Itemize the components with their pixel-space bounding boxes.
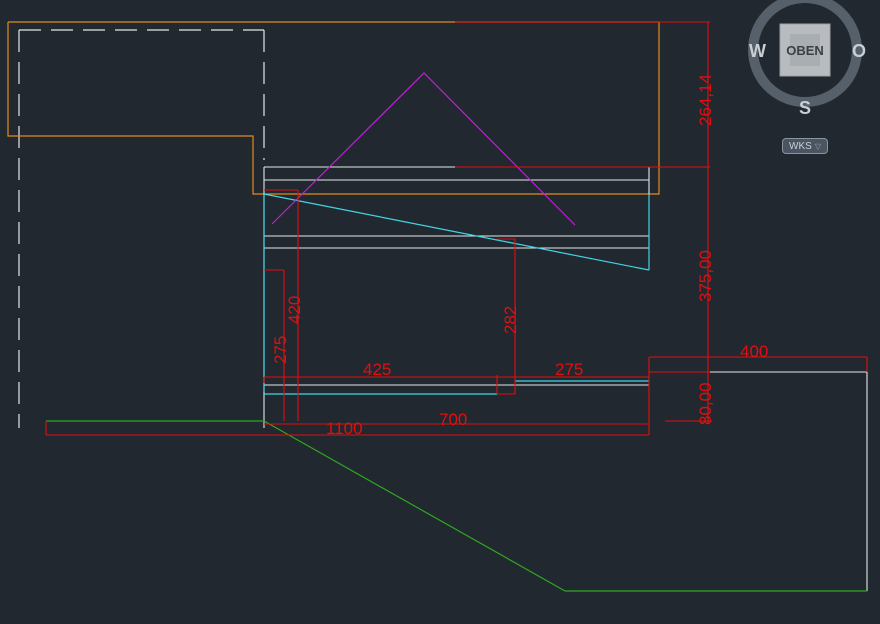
dimension-420: 420: [285, 296, 304, 324]
compass-west[interactable]: W: [749, 41, 766, 61]
dimension-275-horizontal: 275: [555, 360, 583, 379]
ucs-menu-label: WKS: [789, 140, 812, 152]
roof-outline-magenta: [271, 72, 576, 226]
ground-line-green: [46, 420, 867, 592]
dimension-400: 400: [740, 342, 768, 361]
existing-building-dashed: [18, 29, 265, 428]
compass-east[interactable]: O: [852, 41, 866, 61]
dimension-80: 80,00: [696, 382, 715, 425]
viewcube-face-label[interactable]: OBEN: [786, 43, 824, 58]
dimension-425: 425: [363, 360, 391, 379]
cyan-slope-lines: [263, 193, 650, 395]
dimension-375: 375,00: [696, 250, 715, 302]
dimension-700: 700: [439, 410, 467, 429]
orange-outline: [7, 21, 660, 195]
viewcube[interactable]: OBEN W O S: [744, 0, 870, 120]
slab-lines: [263, 166, 868, 591]
dimension-275-vertical: 275: [271, 336, 290, 364]
dimension-264: 264,14: [696, 74, 715, 126]
dimension-1100: 1100: [326, 419, 363, 438]
ucs-menu-button[interactable]: WKS ▽: [782, 138, 828, 154]
dimension-282: 282: [501, 306, 520, 334]
chevron-down-icon: ▽: [814, 141, 821, 151]
compass-south[interactable]: S: [799, 98, 811, 118]
